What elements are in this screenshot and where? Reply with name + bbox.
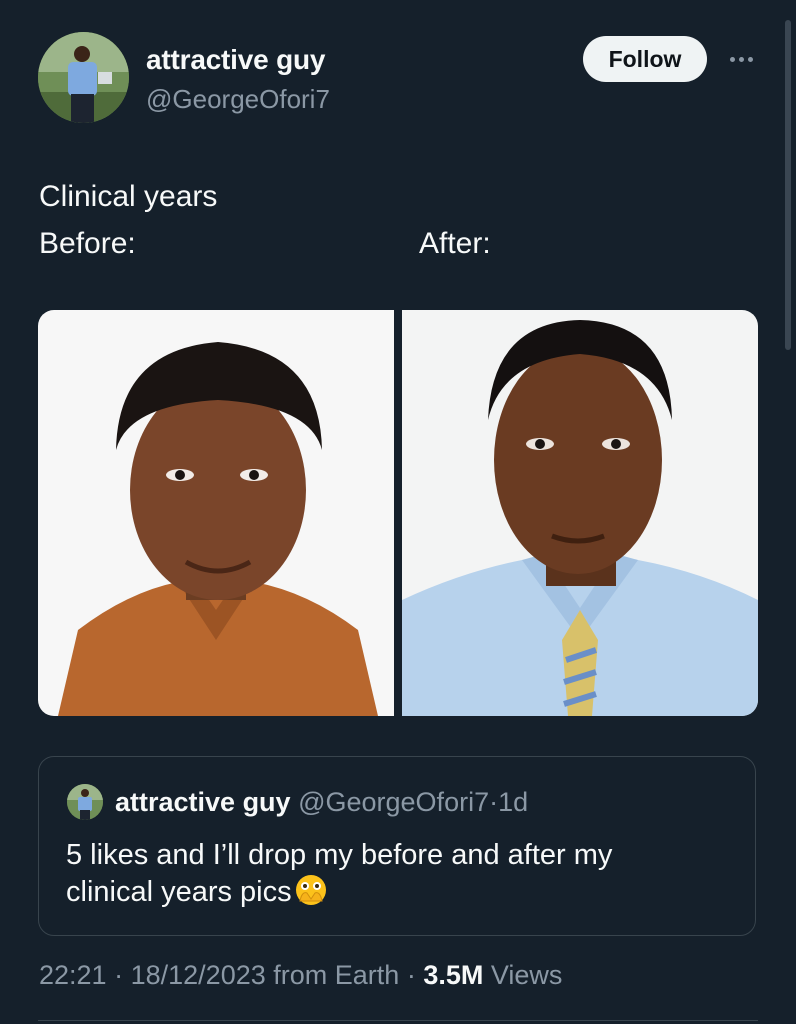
quoted-tweet-header: attractive guy @GeorgeOfori7·1d xyxy=(115,787,528,818)
follow-button[interactable]: Follow xyxy=(583,36,707,82)
quoted-text-line-1: 5 likes and I’ll drop my before and afte… xyxy=(66,839,613,871)
before-photo[interactable] xyxy=(38,310,394,716)
tweet-source: from Earth xyxy=(273,960,400,990)
quoted-tweet-text: 5 likes and I’ll drop my before and afte… xyxy=(66,837,726,916)
face-with-hand-over-mouth-icon xyxy=(294,873,328,916)
separator-dot: · xyxy=(489,787,499,817)
after-photo[interactable] xyxy=(402,310,758,716)
tweet-date[interactable]: 18/12/2023 xyxy=(131,960,266,990)
author-avatar[interactable] xyxy=(38,32,129,123)
separator-dot: · xyxy=(114,960,124,990)
quoted-author-avatar[interactable] xyxy=(67,784,103,820)
author-handle[interactable]: @GeorgeOfori7 xyxy=(146,84,330,115)
scrollbar[interactable] xyxy=(785,20,791,350)
profile-photo-icon xyxy=(67,784,103,820)
more-icon[interactable] xyxy=(724,44,758,74)
quoted-author-handle[interactable]: @GeorgeOfori7 xyxy=(298,787,489,817)
tweet-media xyxy=(38,310,758,716)
tweet-meta: 22:21 · 18/12/2023 from Earth · 3.5M Vie… xyxy=(39,960,562,991)
quoted-tweet[interactable]: attractive guy @GeorgeOfori7·1d 5 likes … xyxy=(38,756,756,936)
views-count[interactable]: 3.5M xyxy=(423,960,483,990)
tweet-text-after: After: xyxy=(419,227,491,260)
tweet-time[interactable]: 22:21 xyxy=(39,960,107,990)
author-display-name[interactable]: attractive guy xyxy=(146,44,325,76)
separator-dot: · xyxy=(406,960,416,990)
tweet-text-line-1: Clinical years xyxy=(39,180,218,213)
quoted-tweet-age[interactable]: 1d xyxy=(498,787,528,817)
views-label: Views xyxy=(490,960,563,990)
tweet-text-before: Before: xyxy=(39,227,136,260)
quoted-author-name[interactable]: attractive guy xyxy=(115,787,291,817)
quoted-text-line-2: clinical years pics xyxy=(66,876,292,908)
profile-photo-icon xyxy=(38,32,129,123)
divider xyxy=(38,1020,758,1021)
